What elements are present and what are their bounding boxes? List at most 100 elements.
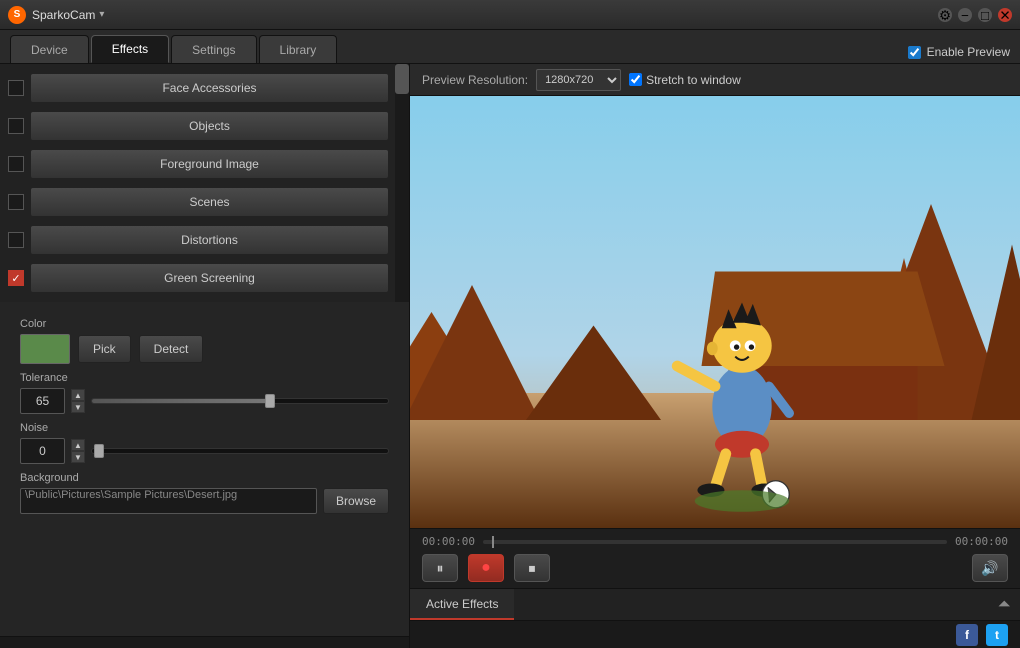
pause-icon: ⏸ <box>437 560 444 577</box>
tolerance-down-button[interactable]: ▼ <box>71 401 85 413</box>
stretch-label-text: Stretch to window <box>646 73 741 87</box>
app-logo: S <box>8 6 26 24</box>
maximize-button[interactable]: □ <box>978 8 992 22</box>
stretch-to-window-label[interactable]: Stretch to window <box>629 73 741 87</box>
objects-button[interactable]: Objects <box>30 111 389 141</box>
scenes-checkbox[interactable] <box>8 194 24 210</box>
background-path[interactable]: \Public\Pictures\Sample Pictures\Desert.… <box>20 488 317 514</box>
distortions-checkbox[interactable] <box>8 232 24 248</box>
preview-image <box>410 96 1020 528</box>
main-layout: Face Accessories Objects Foreground Imag… <box>0 64 1020 648</box>
tolerance-slider-fill <box>92 399 270 403</box>
timeline-cursor[interactable] <box>492 536 494 548</box>
tolerance-slider-thumb[interactable] <box>265 394 275 408</box>
tolerance-slider-track[interactable] <box>91 398 389 404</box>
record-button[interactable]: ● <box>468 554 504 582</box>
color-swatch[interactable] <box>20 334 70 364</box>
tab-bar: Device Effects Settings Library Enable P… <box>0 30 1020 64</box>
app-name: SparkoCam <box>32 8 95 22</box>
noise-input[interactable] <box>20 438 65 464</box>
tolerance-up-button[interactable]: ▲ <box>71 389 85 401</box>
right-panel: Preview Resolution: 1280x720 640x480 192… <box>410 64 1020 648</box>
volume-icon: 🔊 <box>981 560 998 577</box>
scroll-thumb[interactable] <box>395 64 409 94</box>
dropdown-arrow-icon[interactable]: ▾ <box>99 9 104 20</box>
enable-preview-label: Enable Preview <box>927 45 1010 59</box>
preview-scene-svg <box>410 96 1020 528</box>
noise-stepper: ▲ ▼ <box>71 439 85 463</box>
close-button[interactable]: ✕ <box>998 8 1012 22</box>
window-controls: ⚙ − □ ✕ <box>938 8 1012 22</box>
background-row: \Public\Pictures\Sample Pictures\Desert.… <box>20 488 389 514</box>
tolerance-stepper: ▲ ▼ <box>71 389 85 413</box>
tolerance-input[interactable] <box>20 388 65 414</box>
face-accessories-button[interactable]: Face Accessories <box>30 73 389 103</box>
detect-button[interactable]: Detect <box>139 335 204 363</box>
record-icon: ● <box>481 559 491 577</box>
transport-bar: 00:00:00 00:00:00 ⏸ ● ⏹ 🔊 <box>410 528 1020 588</box>
tab-device[interactable]: Device <box>10 35 89 63</box>
noise-row: ▲ ▼ <box>20 438 389 464</box>
settings-icon[interactable]: ⚙ <box>938 8 952 22</box>
enable-preview-control: Enable Preview <box>908 45 1010 59</box>
tab-effects[interactable]: Effects <box>91 35 169 63</box>
green-screening-checkbox[interactable] <box>8 270 24 286</box>
tab-library[interactable]: Library <box>259 35 338 63</box>
foreground-image-button[interactable]: Foreground Image <box>30 149 389 179</box>
objects-checkbox[interactable] <box>8 118 24 134</box>
volume-button[interactable]: 🔊 <box>972 554 1008 582</box>
effect-row-distortions: Distortions <box>4 222 393 258</box>
green-screening-button[interactable]: Green Screening <box>30 263 389 293</box>
tolerance-label: Tolerance <box>20 372 389 384</box>
snapshot-button[interactable]: ⏹ <box>514 554 550 582</box>
pause-button[interactable]: ⏸ <box>422 554 458 582</box>
effect-row-scenes: Scenes <box>4 184 393 220</box>
noise-slider-thumb[interactable] <box>94 444 104 458</box>
timeline-track[interactable] <box>483 540 947 544</box>
effect-row-foreground-image: Foreground Image <box>4 146 393 182</box>
stretch-checkbox[interactable] <box>629 73 642 86</box>
timeline-row: 00:00:00 00:00:00 <box>422 535 1008 548</box>
face-accessories-checkbox[interactable] <box>8 80 24 96</box>
title-bar: S SparkoCam ▾ ⚙ − □ ✕ <box>0 0 1020 30</box>
left-panel: Face Accessories Objects Foreground Imag… <box>0 64 410 648</box>
scroll-track[interactable] <box>395 64 409 302</box>
noise-label: Noise <box>20 422 389 434</box>
facebook-button[interactable]: f <box>956 624 978 646</box>
horizontal-scrollbar[interactable] <box>0 636 409 648</box>
effect-row-face-accessories: Face Accessories <box>4 70 393 106</box>
enable-preview-checkbox[interactable] <box>908 46 921 59</box>
noise-slider-track[interactable] <box>91 448 389 454</box>
background-label: Background <box>20 472 389 484</box>
effect-row-objects: Objects <box>4 108 393 144</box>
tab-settings[interactable]: Settings <box>171 35 256 63</box>
active-effects-tab[interactable]: Active Effects <box>410 589 514 620</box>
time-end: 00:00:00 <box>955 535 1008 548</box>
preview-resolution-label: Preview Resolution: <box>422 73 528 87</box>
resolution-select[interactable]: 1280x720 640x480 1920x1080 <box>536 69 621 91</box>
green-screen-controls: Color Pick Detect Tolerance ▲ ▼ Noise <box>0 302 409 636</box>
twitter-button[interactable]: t <box>986 624 1008 646</box>
foreground-image-checkbox[interactable] <box>8 156 24 172</box>
minimize-button[interactable]: − <box>958 8 972 22</box>
color-label: Color <box>20 318 389 330</box>
noise-down-button[interactable]: ▼ <box>71 451 85 463</box>
scenes-button[interactable]: Scenes <box>30 187 389 217</box>
effects-list: Face Accessories Objects Foreground Imag… <box>0 64 409 302</box>
preview-header: Preview Resolution: 1280x720 640x480 192… <box>410 64 1020 96</box>
pick-button[interactable]: Pick <box>78 335 131 363</box>
browse-button[interactable]: Browse <box>323 488 389 514</box>
tolerance-row: ▲ ▼ <box>20 388 389 414</box>
playback-controls: ⏸ ● ⏹ 🔊 <box>422 554 1008 582</box>
snapshot-icon: ⏹ <box>529 560 536 577</box>
effect-row-green-screening: Green Screening <box>4 260 393 296</box>
expand-active-effects-button[interactable]: ⏶ <box>988 589 1020 620</box>
time-start: 00:00:00 <box>422 535 475 548</box>
noise-up-button[interactable]: ▲ <box>71 439 85 451</box>
video-preview <box>410 96 1020 528</box>
status-bar: f t <box>410 620 1020 648</box>
distortions-button[interactable]: Distortions <box>30 225 389 255</box>
color-row: Pick Detect <box>20 334 389 364</box>
active-effects-bar: Active Effects ⏶ <box>410 588 1020 620</box>
active-effects-label: Active Effects <box>426 597 498 611</box>
